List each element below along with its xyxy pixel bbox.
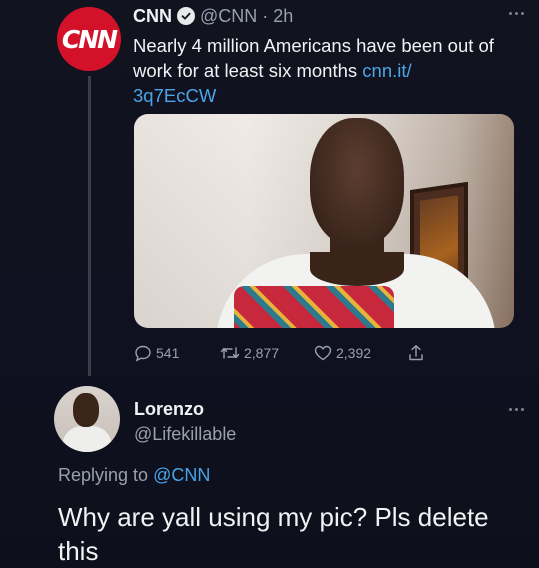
author-handle[interactable]: @CNN [200,6,257,27]
reply-text: Why are yall using my pic? Pls delete th… [58,502,489,566]
replying-prefix: Replying to [58,465,154,485]
heart-icon [314,345,332,361]
tweet-actions: 541 2,877 2,392 [134,342,464,364]
shirt-pattern [234,286,394,328]
verified-badge-icon [177,7,195,25]
retweet-count: 2,877 [244,345,280,361]
replying-to: Replying to @CNN [58,465,210,486]
reply-author-name[interactable]: Lorenzo [134,399,204,420]
reply-count: 541 [156,345,180,361]
reply-action[interactable]: 541 [134,344,220,362]
lorenzo-avatar[interactable] [54,386,120,452]
share-action[interactable] [408,344,424,362]
cnn-logo: CNN [61,24,118,54]
tweet-text: Nearly 4 million Americans have been out… [133,33,513,108]
tweet-header: CNN @CNN · 2h [133,4,293,28]
reply-author-handle[interactable]: @Lifekillable [134,424,236,445]
reply-icon [135,345,151,362]
share-icon [409,345,423,361]
tweet-time[interactable]: 2h [273,6,293,27]
separator-dot: · [262,5,269,26]
photo-person [310,118,404,246]
cnn-avatar[interactable]: CNN [57,7,121,71]
like-count: 2,392 [336,345,372,361]
author-name[interactable]: CNN [133,6,172,27]
retweet-action[interactable]: 2,877 [220,345,314,361]
tweet-thread: CNN CNN @CNN · 2h Nearly 4 million Ameri… [0,0,539,568]
more-options-icon[interactable] [505,8,527,18]
retweet-icon [220,347,240,359]
tweet-image[interactable] [134,114,514,328]
reply-more-options-icon[interactable] [505,404,527,414]
replying-to-handle[interactable]: @CNN [153,465,210,485]
like-action[interactable]: 2,392 [314,345,408,361]
tweet-body: Nearly 4 million Americans have been out… [133,35,494,81]
thread-connector-line [88,76,91,376]
